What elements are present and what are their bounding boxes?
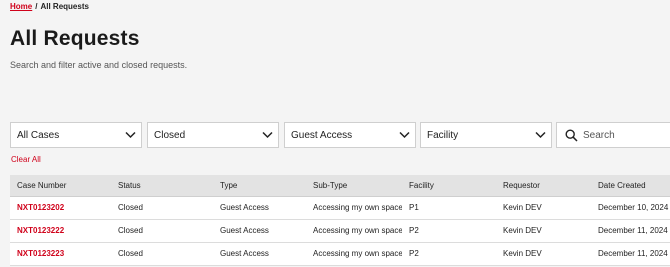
type-filter-select[interactable]: Guest Access: [284, 122, 416, 148]
column-header-date-created[interactable]: Date Created: [591, 175, 670, 197]
date-created-cell: December 10, 2024: [598, 203, 669, 212]
chevron-down-icon: [125, 131, 136, 139]
column-header-facility[interactable]: Facility: [402, 175, 496, 197]
facility-cell: P2: [409, 226, 419, 235]
type-cell: Guest Access: [220, 203, 269, 212]
facility-cell: P2: [409, 249, 419, 258]
status-cell: Closed: [118, 249, 143, 258]
requestor-cell: Kevin DEV: [503, 249, 542, 258]
breadcrumb: Home / All Requests: [10, 2, 89, 11]
status-cell: Closed: [118, 203, 143, 212]
column-header-case-number[interactable]: Case Number: [10, 175, 111, 197]
case-number-link[interactable]: NXT0123202: [10, 196, 111, 219]
facility-cell: P1: [409, 203, 419, 212]
facility-filter-value: Facility: [427, 130, 459, 141]
column-header-type[interactable]: Type: [213, 175, 306, 197]
search-icon: [565, 129, 578, 142]
column-header-status[interactable]: Status: [111, 175, 213, 197]
clear-all-link[interactable]: Clear All: [11, 155, 41, 164]
table-header-row: Case Number Status Type Sub-Type Facilit…: [10, 175, 670, 197]
sub-type-cell: Accessing my own space: [313, 203, 402, 212]
column-header-requestor[interactable]: Requestor: [496, 175, 591, 197]
cases-filter-value: All Cases: [17, 130, 60, 141]
case-number-link[interactable]: NXT0123222: [10, 219, 111, 242]
chevron-down-icon: [535, 131, 546, 139]
page-subtitle: Search and filter active and closed requ…: [10, 60, 188, 70]
breadcrumb-current: All Requests: [40, 2, 89, 11]
facility-filter-select[interactable]: Facility: [420, 122, 552, 148]
case-number-link[interactable]: NXT0123223: [10, 242, 111, 265]
breadcrumb-home-link[interactable]: Home: [10, 2, 32, 11]
date-created-cell: December 11, 2024: [598, 226, 668, 235]
table-row: NXT0123222 Closed Guest Access Accessing…: [10, 219, 670, 242]
requestor-cell: Kevin DEV: [503, 203, 542, 212]
requestor-cell: Kevin DEV: [503, 226, 542, 235]
page-header: Home / All Requests All Requests Search an…: [0, 0, 670, 97]
date-created-cell: December 11, 2024: [598, 249, 668, 258]
requests-table: Case Number Status Type Sub-Type Facilit…: [10, 175, 670, 266]
status-filter-select[interactable]: Closed: [147, 122, 279, 148]
filter-section: All Cases Closed Guest Access Facility C…: [0, 97, 670, 267]
table-row: NXT0123223 Closed Guest Access Accessing…: [10, 242, 670, 265]
type-filter-value: Guest Access: [291, 130, 353, 141]
sub-type-cell: Accessing my own space: [313, 226, 402, 235]
chevron-down-icon: [399, 131, 410, 139]
status-filter-value: Closed: [154, 130, 186, 141]
status-cell: Closed: [118, 226, 143, 235]
cases-filter-select[interactable]: All Cases: [10, 122, 142, 148]
chevron-down-icon: [262, 131, 273, 139]
table-row: NXT0123202 Closed Guest Access Accessing…: [10, 196, 670, 219]
sub-type-cell: Accessing my own space: [313, 249, 402, 258]
search-box: [556, 122, 670, 148]
breadcrumb-separator: /: [35, 2, 38, 11]
type-cell: Guest Access: [220, 249, 269, 258]
column-header-sub-type[interactable]: Sub-Type: [306, 175, 402, 197]
search-input[interactable]: [583, 126, 668, 144]
type-cell: Guest Access: [220, 226, 269, 235]
page-title: All Requests: [10, 27, 140, 50]
